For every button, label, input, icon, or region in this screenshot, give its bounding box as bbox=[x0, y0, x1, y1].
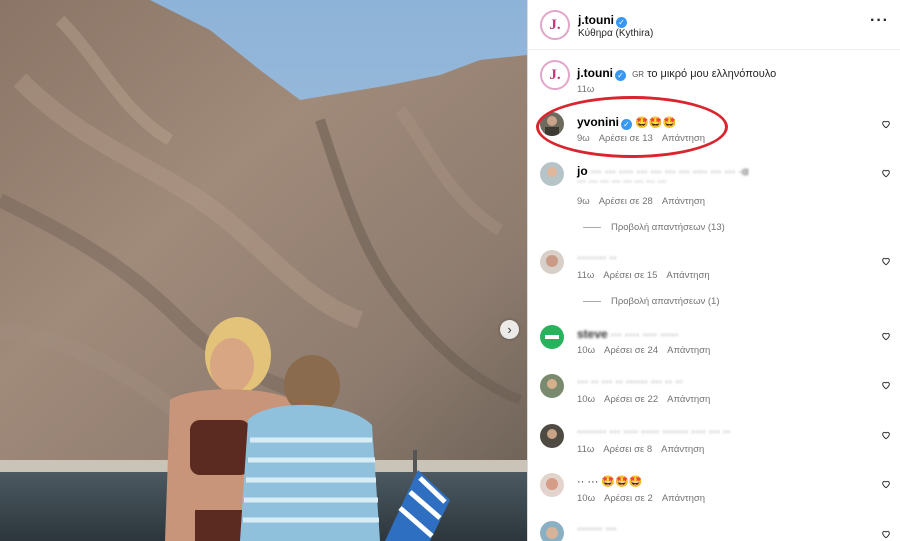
avatar-symbol bbox=[545, 335, 559, 339]
avatar-photo bbox=[540, 250, 564, 274]
comment-item: ··· ·· ··· ·· ······ ··· ·· ·· 10ω Αρέσει… bbox=[528, 374, 900, 412]
like-heart-icon[interactable] bbox=[881, 380, 891, 390]
comment-item: ········ ·· 11ω Αρέσει σε 15 Απάντηση Προβ… bbox=[528, 250, 900, 310]
comment-username[interactable]: steve bbox=[577, 327, 608, 341]
comment-text: ··· ·· ··· ·· ······ ··· ·· ·· bbox=[577, 376, 683, 388]
comment-likes[interactable]: Αρέσει σε 2 bbox=[604, 493, 653, 504]
like-heart-icon[interactable] bbox=[881, 119, 891, 129]
comment-text: ········ ·· bbox=[577, 252, 617, 264]
commenter-avatar[interactable] bbox=[540, 521, 564, 541]
author-username[interactable]: j.touni bbox=[578, 13, 614, 27]
view-replies-label: Προβολή απαντήσεων (13) bbox=[611, 222, 725, 233]
commenter-avatar[interactable] bbox=[540, 162, 564, 186]
comment-meta: 10ω Αρέσει σε 22 Απάντηση bbox=[577, 394, 719, 405]
comment-item: ········ ··· ···· ····· ······· ···· ···… bbox=[528, 424, 900, 462]
comment-text: ··· ···· ···· ····· bbox=[610, 329, 679, 341]
more-options-icon[interactable]: ··· bbox=[870, 13, 889, 29]
commenter-avatar[interactable] bbox=[540, 473, 564, 497]
avatar-photo bbox=[540, 162, 564, 186]
comment-time: 11ω bbox=[577, 270, 595, 281]
replies-line bbox=[583, 300, 601, 302]
caption-text: το μικρό μου ελληνόπουλο bbox=[647, 68, 777, 80]
author-avatar[interactable]: J. bbox=[540, 10, 570, 40]
caption-text-line: j.touni ✓ GR το μικρό μου ελληνόπουλο bbox=[577, 66, 776, 81]
highlight-circle bbox=[536, 96, 728, 158]
comment-time: 10ω bbox=[577, 345, 595, 356]
like-heart-icon[interactable] bbox=[881, 529, 891, 539]
caption-avatar-letter: J. bbox=[549, 66, 561, 83]
comment-meta: 11ω Αρέσει σε 15 Απάντηση bbox=[577, 270, 719, 281]
view-replies-button[interactable]: Προβολή απαντήσεων (13) bbox=[583, 222, 725, 233]
flag-code: GR bbox=[632, 70, 645, 79]
next-photo-button[interactable]: › bbox=[500, 320, 519, 339]
comment-time: 10ω bbox=[577, 394, 595, 405]
commenter-avatar[interactable] bbox=[540, 374, 564, 398]
reply-button[interactable]: Απάντηση bbox=[666, 270, 709, 281]
comment-time: 10ω bbox=[577, 493, 595, 504]
verified-icon: ✓ bbox=[615, 70, 626, 81]
comment-item: ·· ··· 🤩🤩🤩 10ω Αρέσει σε 2 Απάντηση bbox=[528, 473, 900, 511]
comment-item: jo ··· ··· ···· ··· ··· ··· ··· ···· ···… bbox=[528, 162, 900, 237]
post-location[interactable]: Κύθηρα (Kythira) bbox=[578, 28, 653, 39]
comment-meta: 10ω Αρέσει σε 24 Απάντηση bbox=[577, 345, 719, 356]
avatar-photo bbox=[540, 473, 564, 497]
comment-likes[interactable]: Αρέσει σε 24 bbox=[604, 345, 658, 356]
comment-text: ········ ··· ···· ····· ······· ···· ···… bbox=[577, 426, 731, 438]
avatar-photo bbox=[540, 424, 564, 448]
photo-scene bbox=[0, 0, 527, 541]
comment-meta: 11ω Αρέσει σε 8 Απάντηση bbox=[577, 444, 713, 455]
comment-item: steve ··· ···· ···· ····· 10ω Αρέσει σε 2… bbox=[528, 325, 900, 363]
comment-likes[interactable]: Αρέσει σε 28 bbox=[599, 196, 653, 207]
caption: J. j.touni ✓ GR το μικρό μου ελληνόπουλο … bbox=[528, 58, 900, 98]
comment-text-continued: ··· ··· ··· ··· ··· ··· ··· ··· bbox=[577, 176, 667, 186]
avatar-letter: J. bbox=[549, 16, 561, 33]
reply-button[interactable]: Απάντηση bbox=[667, 345, 710, 356]
comment-meta: 10ω Αρέσει σε 2 Απάντηση bbox=[577, 493, 714, 504]
like-heart-icon[interactable] bbox=[881, 256, 891, 266]
comment-item: ······· ··· bbox=[528, 521, 900, 541]
comment-time: 9ω bbox=[577, 196, 590, 207]
like-heart-icon[interactable] bbox=[881, 168, 891, 178]
like-heart-icon[interactable] bbox=[881, 430, 891, 440]
comment-time: 11ω bbox=[577, 444, 595, 455]
commenter-avatar[interactable] bbox=[540, 250, 564, 274]
comment-likes[interactable]: Αρέσει σε 22 bbox=[604, 394, 658, 405]
comment-text: ······· ··· bbox=[577, 523, 617, 535]
reply-button[interactable]: Απάντηση bbox=[662, 196, 705, 207]
comment-likes[interactable]: Αρέσει σε 15 bbox=[603, 270, 657, 281]
like-heart-icon[interactable] bbox=[881, 479, 891, 489]
post-photo: › bbox=[0, 0, 527, 541]
comment-text: ·· ··· 🤩🤩🤩 bbox=[577, 476, 643, 488]
comment-text-line: steve ··· ···· ···· ····· bbox=[577, 327, 679, 341]
post-header: J. j.touni ✓ Κύθηρα (Kythira) ··· bbox=[528, 0, 900, 50]
avatar-photo bbox=[540, 521, 564, 541]
view-replies-label: Προβολή απαντήσεων (1) bbox=[611, 296, 720, 307]
avatar-photo bbox=[540, 374, 564, 398]
verified-icon: ✓ bbox=[616, 17, 627, 28]
comments-panel: J. j.touni ✓ Κύθηρα (Kythira) ··· J. j.to… bbox=[527, 0, 900, 541]
comment-likes[interactable]: Αρέσει σε 8 bbox=[603, 444, 652, 455]
reply-button[interactable]: Απάντηση bbox=[667, 394, 710, 405]
commenter-avatar[interactable] bbox=[540, 424, 564, 448]
like-heart-icon[interactable] bbox=[881, 331, 891, 341]
view-replies-button[interactable]: Προβολή απαντήσεων (1) bbox=[583, 296, 720, 307]
reply-button[interactable]: Απάντηση bbox=[662, 493, 705, 504]
caption-avatar[interactable]: J. bbox=[540, 60, 570, 90]
comment-meta: 9ω Αρέσει σε 28 Απάντηση bbox=[577, 196, 714, 207]
replies-line bbox=[583, 226, 601, 228]
commenter-avatar[interactable] bbox=[540, 325, 564, 349]
caption-time: 11ω bbox=[577, 84, 595, 95]
caption-username[interactable]: j.touni bbox=[577, 66, 613, 80]
reply-button[interactable]: Απάντηση bbox=[661, 444, 704, 455]
